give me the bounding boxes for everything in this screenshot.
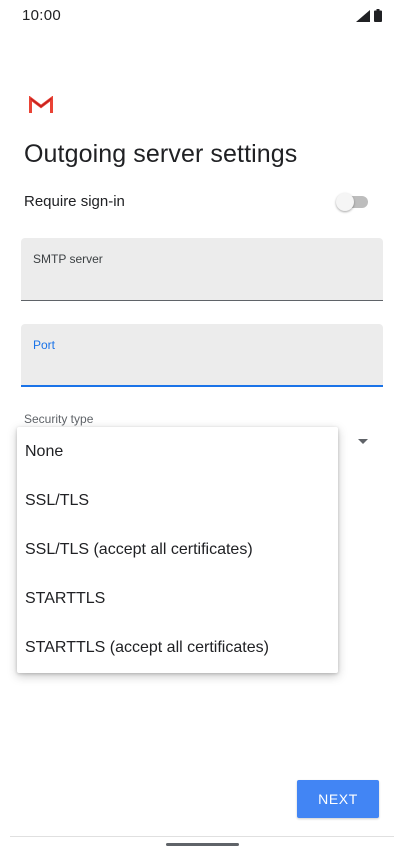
status-icons (356, 9, 382, 27)
security-option-starttls-accept-all[interactable]: STARTTLS (accept all certificates) (17, 623, 338, 672)
smtp-server-underline (21, 300, 383, 301)
gmail-logo-icon (29, 95, 53, 114)
require-signin-row: Require sign-in (24, 190, 374, 214)
battery-icon (374, 9, 382, 27)
security-option-starttls[interactable]: STARTTLS (17, 574, 338, 623)
security-option-ssl-tls-accept-all[interactable]: SSL/TLS (accept all certificates) (17, 525, 338, 574)
smtp-server-label: SMTP server (33, 252, 103, 266)
status-bar: 10:00 (0, 0, 404, 34)
nav-divider (10, 836, 394, 837)
port-label: Port (33, 338, 56, 352)
port-field[interactable]: Port (21, 324, 383, 387)
security-option-none[interactable]: None (17, 427, 338, 476)
require-signin-label: Require sign-in (24, 193, 125, 210)
home-indicator[interactable] (166, 843, 239, 846)
toggle-thumb (336, 193, 354, 211)
next-button[interactable]: NEXT (297, 780, 379, 818)
port-underline (21, 385, 383, 387)
smtp-server-field[interactable]: SMTP server (21, 238, 383, 301)
security-option-ssl-tls[interactable]: SSL/TLS (17, 476, 338, 525)
require-signin-toggle[interactable] (336, 193, 368, 211)
chevron-down-icon[interactable] (358, 439, 368, 444)
security-type-label: Security type (24, 412, 94, 426)
status-time: 10:00 (22, 7, 62, 24)
signal-icon (356, 9, 370, 27)
page-title: Outgoing server settings (24, 140, 298, 168)
security-type-dropdown: None SSL/TLS SSL/TLS (accept all certifi… (17, 427, 338, 673)
